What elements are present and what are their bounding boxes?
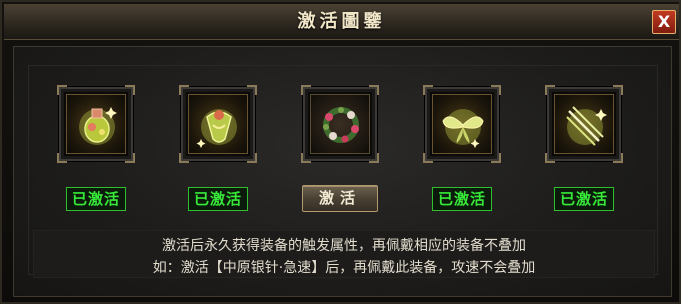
amulet-pendant-icon [196,109,237,148]
activated-badge-2: 已激活 [188,187,248,211]
flower-wreath-icon [323,107,359,143]
activated-badge-1: 已激活 [66,187,126,211]
activate-button[interactable]: 激活 [302,185,378,212]
window-title: 激活圖鑒 [297,11,386,32]
butterfly-ornament-icon [442,109,484,148]
info-line-2: 如：激活【中原银针·急速】后，再佩戴此装备，攻速不会叠加 [152,260,536,276]
activated-badge-4: 已激活 [432,187,492,211]
silver-needles-icon [566,106,607,146]
item-slot-5[interactable] [545,85,623,163]
info-line-1: 激活后永久获得装备的触发属性，再佩戴相应的装备不叠加 [162,238,526,254]
item-slot-2[interactable] [179,85,257,163]
item-slot-3[interactable] [301,85,379,163]
activated-badge-5: 已激活 [554,187,614,211]
elixir-bottle-icon [79,107,117,145]
info-box: 激活后永久获得装备的触发属性，再佩戴相应的装备不叠加 如：激活【中原银针·急速】… [33,230,655,278]
close-button[interactable]: X [652,10,676,34]
codex-panel: 已激活 已激活 激活 已激活 已激活 激活后永久获得装备的触发属性，再佩戴相应的… [13,46,672,297]
title-bar: 激活圖鑒 [4,4,679,40]
item-slot-1[interactable] [57,85,135,163]
item-slot-4[interactable] [423,85,501,163]
codex-window: 激活圖鑒 X 已激活 已激活 激活 已激活 已激活 激活后永久获得装备的触发属性… [0,0,681,304]
